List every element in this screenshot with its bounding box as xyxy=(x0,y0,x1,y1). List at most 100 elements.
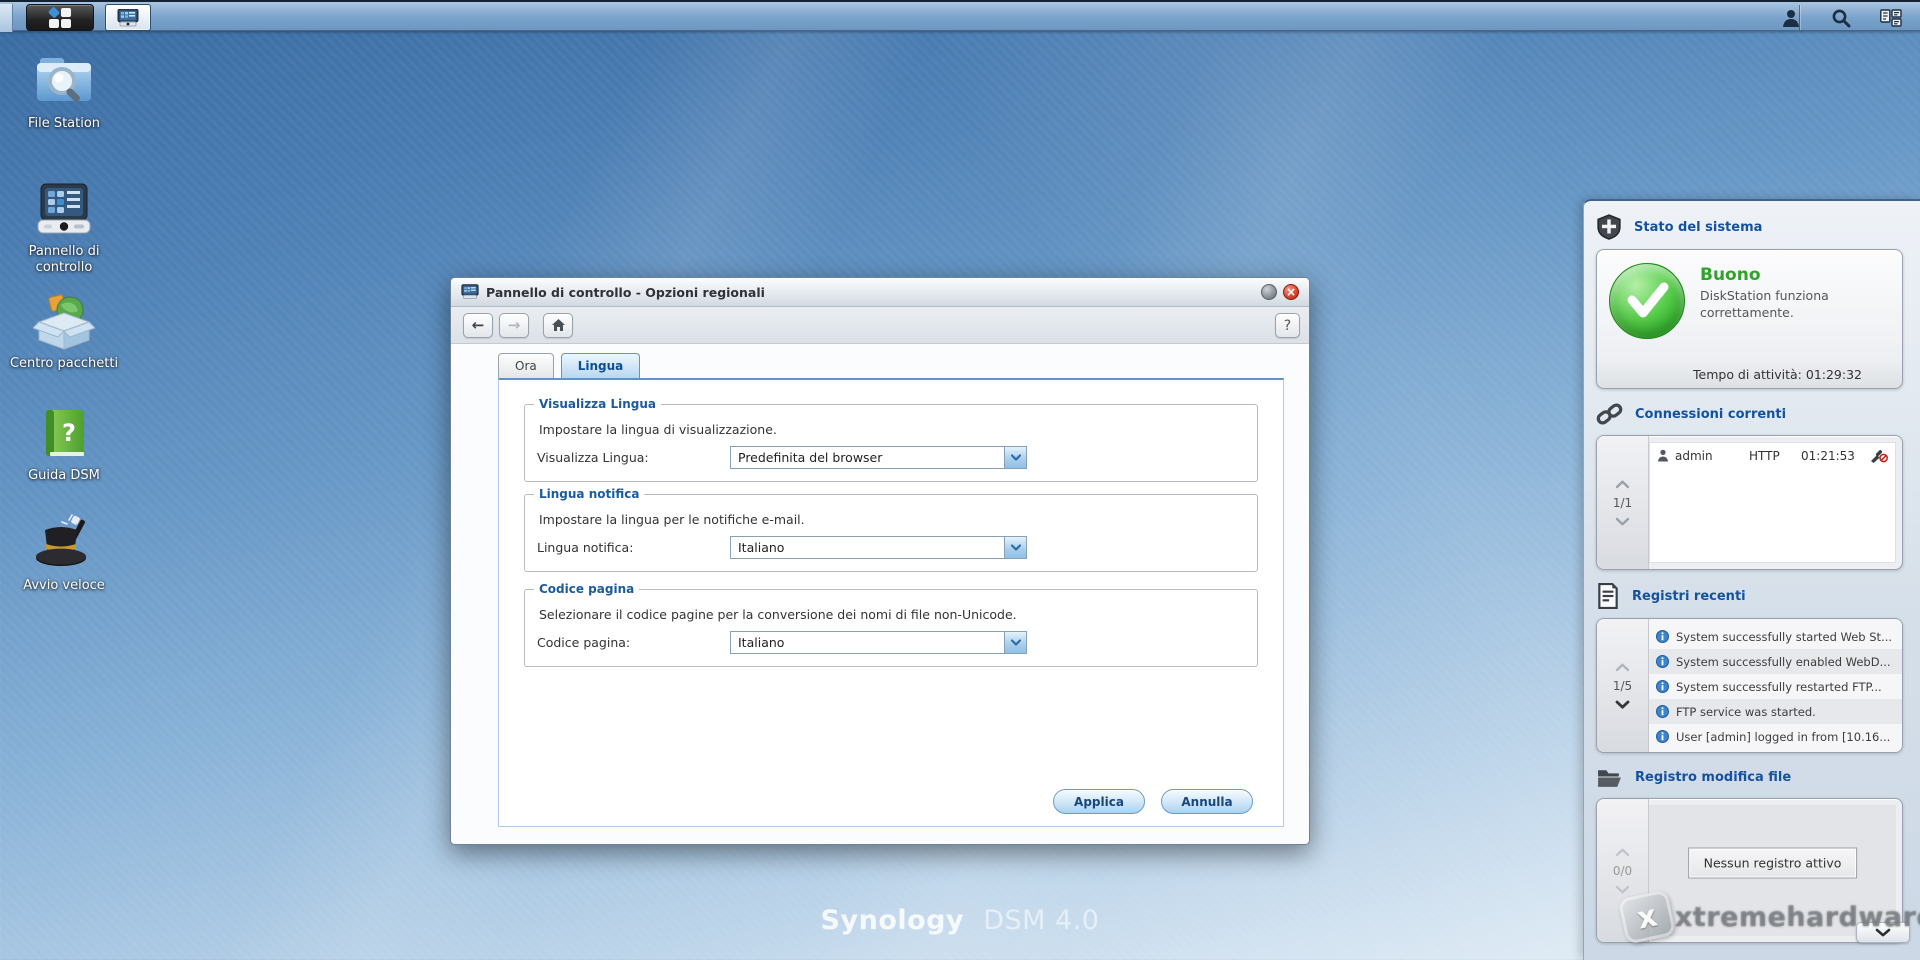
taskbar xyxy=(0,0,1920,32)
main-menu-button[interactable] xyxy=(26,4,94,31)
field-label: Lingua notifica: xyxy=(537,540,634,555)
fieldset-description: Impostare la lingua di visualizzazione. xyxy=(539,422,777,437)
dropdown-arrow-icon xyxy=(1004,537,1026,558)
fieldset-legend: Codice pagina xyxy=(534,582,640,596)
desktop-icon-dsm-help[interactable]: ? Guida DSM xyxy=(8,402,120,484)
close-button[interactable]: × xyxy=(1283,284,1299,300)
log-row: User [admin] logged in from [10.16... xyxy=(1649,724,1902,749)
fieldset-notification-language: Lingua notifica Impostare la lingua per … xyxy=(524,487,1258,572)
dropdown-arrow-icon xyxy=(1004,632,1026,653)
desktop-icon-label: Avvio veloce xyxy=(23,578,105,593)
help-button[interactable]: ? xyxy=(1275,313,1300,338)
widget-title: Connessioni correnti xyxy=(1635,406,1787,422)
log-row: System successfully enabled WebD... xyxy=(1649,649,1902,674)
fieldset-codepage: Codice pagina Selezionare il codice pagi… xyxy=(524,582,1258,667)
desktop-icon-label: Pannello di controllo xyxy=(28,244,100,276)
xtremehardware-logo-icon: x xyxy=(1617,889,1677,945)
connection-user: admin xyxy=(1675,448,1713,463)
home-button[interactable] xyxy=(543,312,573,338)
uptime-text: Tempo di attività: 01:29:32 xyxy=(1597,360,1902,388)
window-titlebar[interactable]: Pannello di controllo - Opzioni regional… xyxy=(451,278,1309,307)
pager-down-icon[interactable] xyxy=(1615,700,1630,709)
shield-icon xyxy=(1597,214,1621,240)
desktop-icon-label: Centro pacchetti xyxy=(9,356,119,371)
connections-card: 1/1 admin HTTP 01:21:53 xyxy=(1596,435,1903,570)
pager-up-icon[interactable] xyxy=(1615,848,1630,857)
fieldset-description: Selezionare il codice pagine per la conv… xyxy=(539,607,1017,622)
connections-pager: 1/1 xyxy=(1597,436,1649,569)
apply-button[interactable]: Applica xyxy=(1053,789,1145,814)
desktop-icon-package-center[interactable]: Centro pacchetti xyxy=(8,290,120,372)
tab-lingua[interactable]: Lingua xyxy=(560,353,641,378)
home-icon xyxy=(551,319,565,331)
cancel-button[interactable]: Annulla xyxy=(1161,789,1253,814)
tab-ora[interactable]: Ora xyxy=(498,353,554,378)
search-icon[interactable] xyxy=(1828,5,1854,31)
status-ok-icon xyxy=(1609,263,1685,339)
pager-label: 0/0 xyxy=(1612,863,1633,878)
widget-header-system-status: Stato del sistema xyxy=(1584,201,1920,249)
log-list: System successfully started Web St... Sy… xyxy=(1649,619,1902,752)
connections-list: admin HTTP 01:21:53 xyxy=(1649,442,1896,563)
widget-header-connections: Connessioni correnti xyxy=(1584,389,1920,435)
info-icon xyxy=(1656,730,1669,743)
desktop-icon-label: File Station xyxy=(27,116,101,131)
package-center-icon xyxy=(8,290,120,350)
pager-up-icon[interactable] xyxy=(1615,480,1630,489)
desktop-icon-file-station[interactable]: File Station xyxy=(8,50,120,132)
pager-label: 1/5 xyxy=(1612,678,1633,693)
field-label: Codice pagina: xyxy=(537,635,631,650)
info-icon xyxy=(1656,630,1669,643)
logs-pager: 1/5 xyxy=(1597,619,1649,752)
file-station-icon xyxy=(8,50,120,110)
window-title-icon xyxy=(461,284,479,299)
pilot-view-icon[interactable] xyxy=(1878,5,1904,31)
back-arrow-icon: ← xyxy=(471,316,485,334)
folder-open-icon xyxy=(1598,770,1621,787)
svg-text:?: ? xyxy=(62,419,76,447)
link-icon xyxy=(1596,403,1623,425)
status-value: Buono xyxy=(1700,265,1761,285)
desktop-icon-quick-start[interactable]: Avvio veloce xyxy=(8,512,120,594)
user-icon xyxy=(1658,449,1668,462)
field-label: Visualizza Lingua: xyxy=(537,450,649,465)
connection-row: admin HTTP 01:21:53 xyxy=(1650,443,1895,468)
codepage-select[interactable]: Italiano xyxy=(730,631,1027,654)
apps-grid-icon xyxy=(47,5,71,28)
connection-protocol: HTTP xyxy=(1749,448,1780,463)
site-watermark-text: xtremehardware.com xyxy=(1675,901,1920,933)
forward-arrow-icon: → xyxy=(507,316,521,334)
user-account-icon[interactable] xyxy=(1778,5,1804,31)
control-panel-mini-icon xyxy=(117,8,139,26)
widget-title: Stato del sistema xyxy=(1634,219,1763,235)
status-description: DiskStation funziona correttamente. xyxy=(1700,288,1829,320)
desktop-icon-control-panel[interactable]: Pannello di controllo xyxy=(8,178,120,277)
tab-panel-lingua: Visualizza Lingua Impostare la lingua di… xyxy=(498,378,1284,827)
system-status-card: Buono DiskStation funziona correttamente… xyxy=(1596,249,1903,389)
show-desktop-strip[interactable] xyxy=(0,4,13,32)
log-row: System successfully started Web St... xyxy=(1649,624,1902,649)
widget-title: Registri recenti xyxy=(1632,588,1746,604)
info-icon xyxy=(1656,705,1669,718)
notification-language-select[interactable]: Italiano xyxy=(730,536,1027,559)
quick-start-icon xyxy=(8,512,120,572)
control-panel-icon xyxy=(8,178,120,238)
pager-down-icon[interactable] xyxy=(1615,517,1630,526)
file-log-empty-message: Nessun registro attivo xyxy=(1687,847,1858,879)
minimize-orb-button[interactable] xyxy=(1261,284,1277,300)
pager-down-icon[interactable] xyxy=(1615,885,1630,894)
synology-logo-text: Synology xyxy=(820,905,965,936)
log-document-icon xyxy=(1598,583,1618,609)
taskbar-window-button-control-panel[interactable] xyxy=(105,4,151,31)
fieldset-legend: Visualizza Lingua xyxy=(534,397,661,411)
pager-up-icon[interactable] xyxy=(1615,663,1630,672)
select-value: Italiano xyxy=(738,540,785,555)
window-title: Pannello di controllo - Opzioni regional… xyxy=(486,284,765,300)
log-row: System successfully restarted FTP... xyxy=(1649,674,1902,699)
back-button[interactable]: ← xyxy=(463,312,493,338)
display-language-select[interactable]: Predefinita del browser xyxy=(730,446,1027,469)
disconnect-icon[interactable] xyxy=(1870,448,1888,463)
connection-time: 01:21:53 xyxy=(1801,448,1855,463)
widget-title: Registro modifica file xyxy=(1635,770,1792,785)
forward-button[interactable]: → xyxy=(499,312,529,338)
